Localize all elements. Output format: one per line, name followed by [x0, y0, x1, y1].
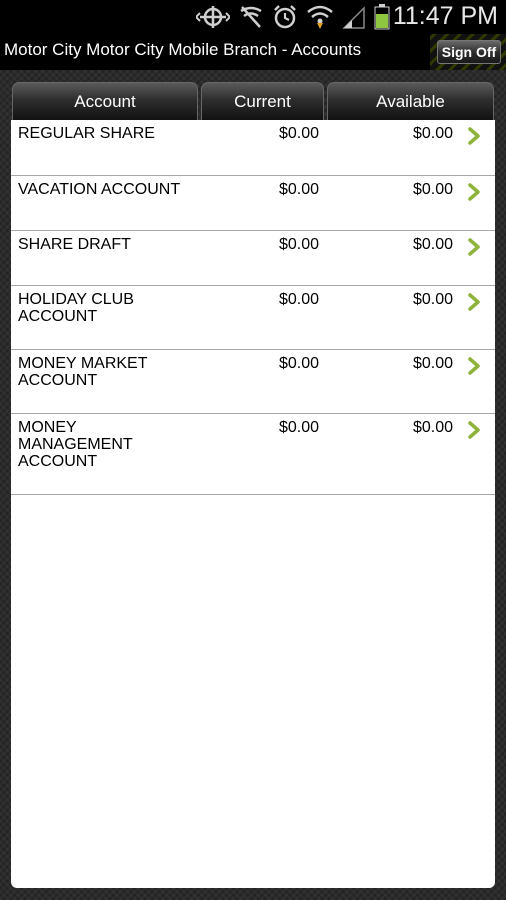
page-title: Motor City Motor City Mobile Branch - Ac… [4, 40, 362, 59]
column-header-available[interactable]: Available [327, 82, 494, 120]
available-balance: $0.00 [412, 181, 453, 198]
chevron-right-icon[interactable] [467, 182, 481, 202]
account-row[interactable]: MONEY MANAGEMENT ACCOUNT $0.00 $0.00 [11, 414, 495, 495]
account-name: MONEY MARKET ACCOUNT [18, 355, 148, 389]
account-row[interactable]: MONEY MARKET ACCOUNT $0.00 $0.00 [11, 350, 495, 414]
chevron-right-icon[interactable] [467, 356, 481, 376]
current-balance: $0.00 [278, 236, 319, 253]
account-name: VACATION ACCOUNT [18, 181, 181, 198]
column-header-current[interactable]: Current [201, 82, 324, 120]
available-balance: $0.00 [412, 291, 453, 308]
current-balance: $0.00 [278, 181, 319, 198]
chevron-right-icon[interactable] [467, 126, 481, 146]
chevron-right-icon[interactable] [467, 292, 481, 312]
available-balance: $0.00 [412, 419, 453, 436]
title-bar: Motor City Motor City Mobile Branch - Ac… [0, 34, 506, 70]
account-row[interactable]: REGULAR SHARE $0.00 $0.00 [11, 120, 495, 176]
status-clock: 11:47 PM [392, 2, 498, 30]
status-icons [196, 4, 390, 30]
account-name: MONEY MANAGEMENT ACCOUNT [18, 419, 133, 470]
account-row[interactable]: SHARE DRAFT $0.00 $0.00 [11, 231, 495, 286]
account-row[interactable]: HOLIDAY CLUB ACCOUNT $0.00 $0.00 [11, 286, 495, 350]
current-balance: $0.00 [278, 355, 319, 372]
account-name: REGULAR SHARE [18, 125, 155, 142]
chevron-right-icon[interactable] [467, 237, 481, 257]
account-name: SHARE DRAFT [18, 236, 131, 253]
current-balance: $0.00 [278, 291, 319, 308]
available-balance: $0.00 [412, 125, 453, 142]
battery-icon [374, 4, 390, 30]
account-name: HOLIDAY CLUB ACCOUNT [18, 291, 134, 325]
available-balance: $0.00 [412, 236, 453, 253]
sign-off-button[interactable]: Sign Off [437, 40, 501, 64]
chevron-right-icon[interactable] [467, 420, 481, 440]
accounts-list: REGULAR SHARE $0.00 $0.00 VACATION ACCOU… [11, 120, 495, 888]
current-balance: $0.00 [278, 125, 319, 142]
current-balance: $0.00 [278, 419, 319, 436]
gps-icon [196, 6, 230, 28]
account-row[interactable]: VACATION ACCOUNT $0.00 $0.00 [11, 176, 495, 231]
available-balance: $0.00 [412, 355, 453, 372]
alarm-icon [274, 5, 296, 29]
cell-signal-icon [342, 6, 365, 29]
status-bar: 11:47 PM [0, 0, 506, 34]
signal-blocked-icon [240, 6, 262, 28]
column-header-account[interactable]: Account [12, 82, 198, 120]
wifi-icon [307, 5, 333, 29]
